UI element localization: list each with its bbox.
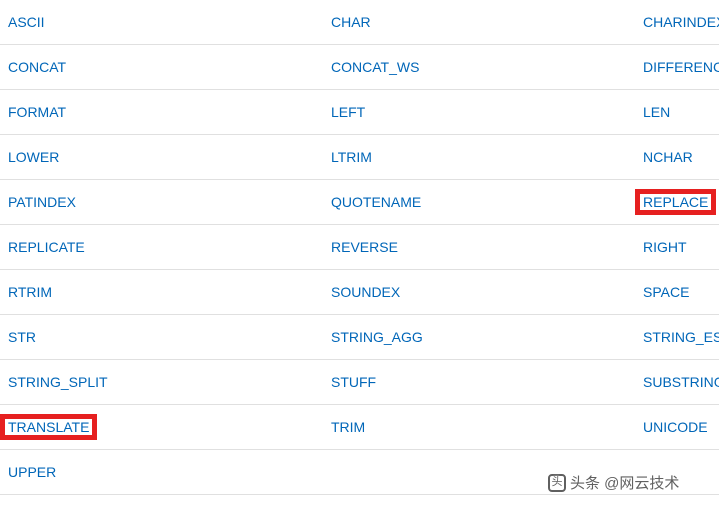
table-cell: STR [0,315,323,359]
table-cell: SPACE [635,270,719,314]
function-link-len[interactable]: LEN [643,104,670,120]
table-row: REPLICATE REVERSE RIGHT [0,225,719,270]
function-link-reverse[interactable]: REVERSE [331,239,398,255]
table-cell: STRING_ESCAPE [635,315,719,359]
function-link-soundex[interactable]: SOUNDEX [331,284,400,300]
function-link-quotename[interactable]: QUOTENAME [331,194,421,210]
table-cell: RTRIM [0,270,323,314]
table-row: STR STRING_AGG STRING_ESCAPE [0,315,719,360]
table-cell: REPLICATE [0,225,323,269]
table-cell: STRING_AGG [323,315,635,359]
function-link-space[interactable]: SPACE [643,284,689,300]
function-link-unicode[interactable]: UNICODE [643,419,708,435]
table-cell: REPLACE [635,180,719,224]
table-row: STRING_SPLIT STUFF SUBSTRING [0,360,719,405]
table-cell: TRIM [323,405,635,449]
function-link-char[interactable]: CHAR [331,14,371,30]
function-link-substring[interactable]: SUBSTRING [643,374,719,390]
highlight-box: TRANSLATE [0,414,97,440]
string-functions-table: ASCII CHAR CHARINDEX CONCAT CONCAT_WS DIFFERE… [0,0,719,495]
table-row: TRANSLATE TRIM UNICODE [0,405,719,450]
table-cell: CONCAT [0,45,323,89]
function-link-ltrim[interactable]: LTRIM [331,149,372,165]
function-link-difference[interactable]: DIFFERENCE [643,59,719,75]
function-link-string_escape[interactable]: STRING_ESCAPE [643,329,719,345]
table-cell: STUFF [323,360,635,404]
function-link-rtrim[interactable]: RTRIM [8,284,52,300]
table-cell: UNICODE [635,405,719,449]
watermark: 头 头条 @网云技术 [548,472,679,493]
table-row: RTRIM SOUNDEX SPACE [0,270,719,315]
table-cell: CONCAT_WS [323,45,635,89]
table-cell: RIGHT [635,225,719,269]
table-cell: LEN [635,90,719,134]
function-link-concat_ws[interactable]: CONCAT_WS [331,59,419,75]
function-link-trim[interactable]: TRIM [331,419,365,435]
function-link-left[interactable]: LEFT [331,104,365,120]
function-link-replicate[interactable]: REPLICATE [8,239,85,255]
table-cell: NCHAR [635,135,719,179]
function-link-lower[interactable]: LOWER [8,149,59,165]
function-link-replace[interactable]: REPLACE [643,194,708,210]
table-cell: SOUNDEX [323,270,635,314]
function-link-translate[interactable]: TRANSLATE [8,419,89,435]
function-link-nchar[interactable]: NCHAR [643,149,693,165]
table-cell: LOWER [0,135,323,179]
function-link-stuff[interactable]: STUFF [331,374,376,390]
function-link-format[interactable]: FORMAT [8,104,66,120]
function-link-string_agg[interactable]: STRING_AGG [331,329,423,345]
table-cell: REVERSE [323,225,635,269]
table-cell: PATINDEX [0,180,323,224]
table-row: ASCII CHAR CHARINDEX [0,0,719,45]
function-link-patindex[interactable]: PATINDEX [8,194,76,210]
table-cell: CHAR [323,0,635,44]
function-link-charindex[interactable]: CHARINDEX [643,14,719,30]
table-row: LOWER LTRIM NCHAR [0,135,719,180]
table-cell: TRANSLATE [0,405,323,449]
table-cell: UPPER [0,450,323,494]
table-cell: STRING_SPLIT [0,360,323,404]
table-cell: QUOTENAME [323,180,635,224]
table-row: PATINDEX QUOTENAME REPLACE [0,180,719,225]
toutiao-icon: 头 [548,474,566,492]
function-link-right[interactable]: RIGHT [643,239,687,255]
table-cell: DIFFERENCE [635,45,719,89]
table-row: CONCAT CONCAT_WS DIFFERENCE [0,45,719,90]
function-link-concat[interactable]: CONCAT [8,59,66,75]
function-link-ascii[interactable]: ASCII [8,14,45,30]
table-cell: ASCII [0,0,323,44]
table-cell: SUBSTRING [635,360,719,404]
table-cell: LEFT [323,90,635,134]
table-cell: LTRIM [323,135,635,179]
function-link-string_split[interactable]: STRING_SPLIT [8,374,108,390]
function-link-str[interactable]: STR [8,329,36,345]
table-cell: FORMAT [0,90,323,134]
watermark-text: 头条 @网云技术 [570,472,679,493]
function-link-upper[interactable]: UPPER [8,464,56,480]
table-row: FORMAT LEFT LEN [0,90,719,135]
table-cell: CHARINDEX [635,0,719,44]
highlight-box: REPLACE [635,189,716,215]
